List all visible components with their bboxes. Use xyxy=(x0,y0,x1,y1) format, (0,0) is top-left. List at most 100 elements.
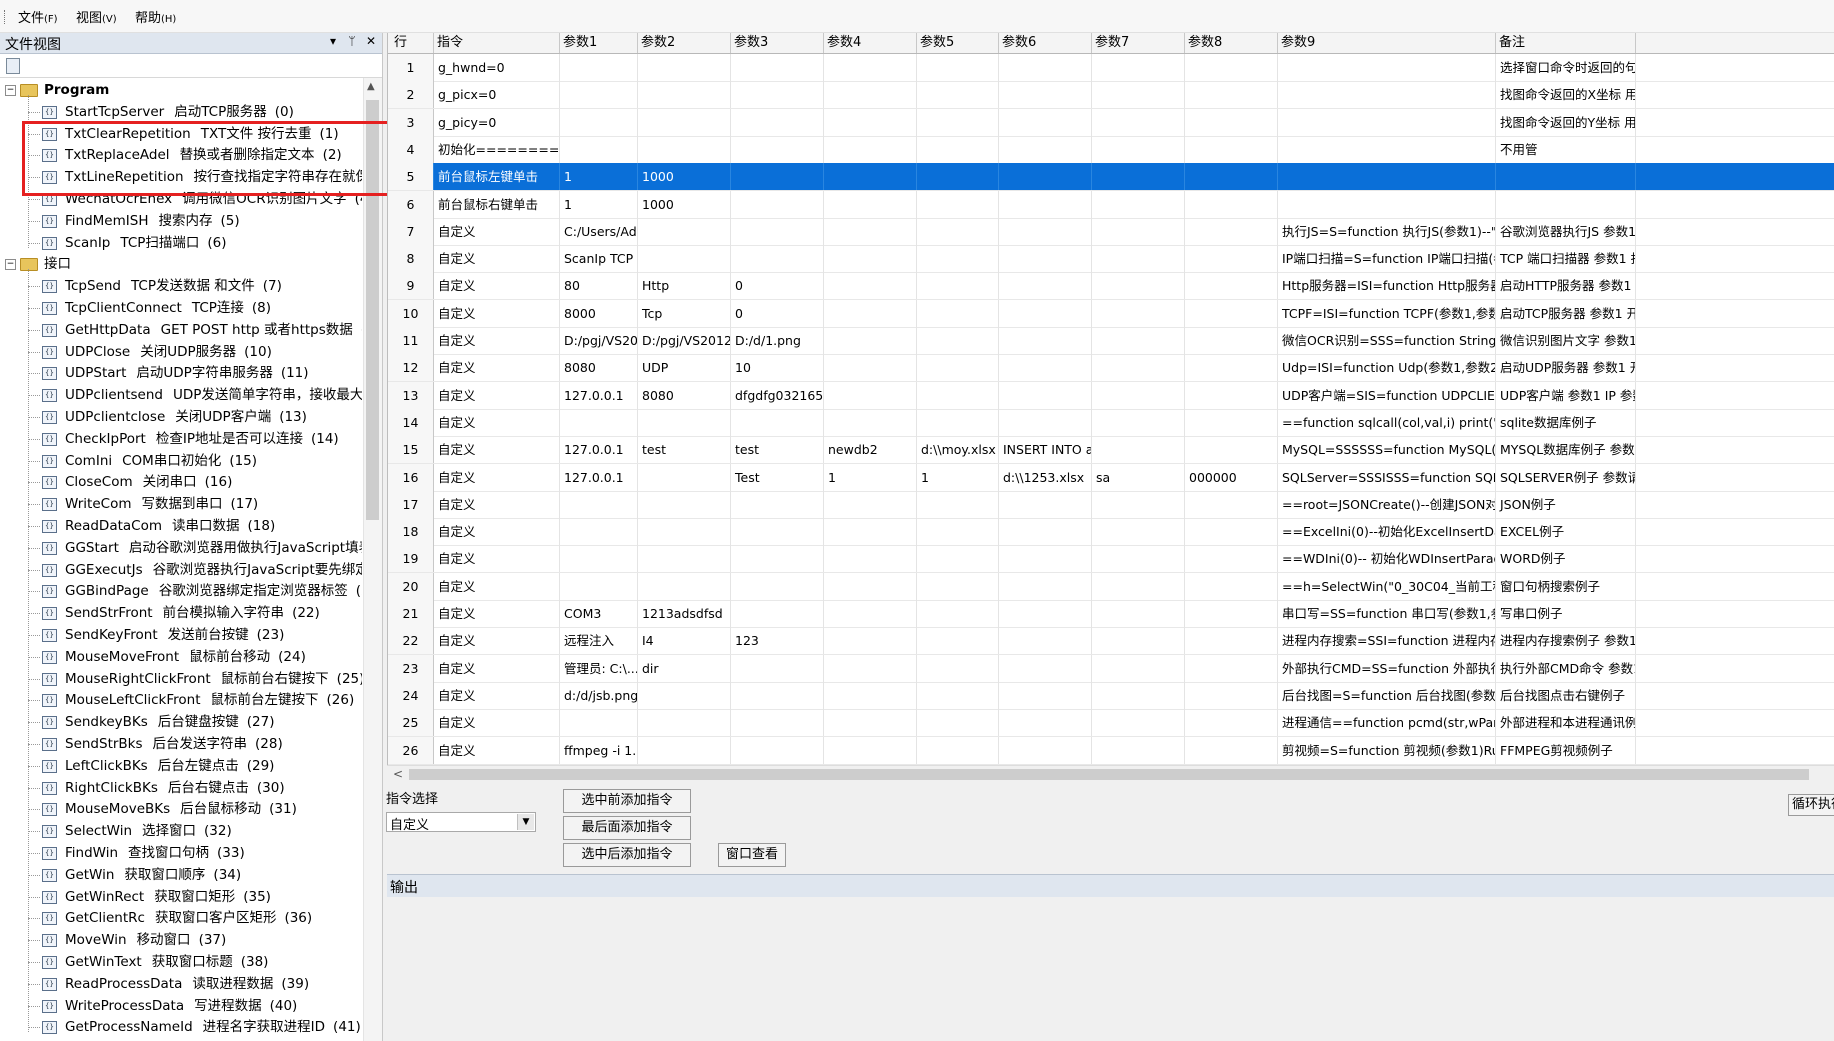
table-cell[interactable] xyxy=(638,572,731,600)
table-cell[interactable] xyxy=(1185,190,1278,218)
table-cell[interactable]: d:/d/jsb.png xyxy=(560,681,638,709)
table-cell[interactable] xyxy=(824,163,917,191)
row-number[interactable]: 22 xyxy=(388,627,434,655)
tree-item[interactable]: {} MouseRightClickFront 鼠标前台右键按下 (25) xyxy=(0,668,362,690)
table-cell[interactable]: test xyxy=(731,436,824,464)
table-cell[interactable]: 串口写=SS=function 串口写(参数1,参数... xyxy=(1278,600,1496,627)
table-cell[interactable]: UDP xyxy=(638,354,731,382)
row-number[interactable]: 7 xyxy=(388,217,434,245)
table-cell[interactable] xyxy=(999,572,1092,600)
row-number[interactable]: 6 xyxy=(388,190,434,218)
row-number[interactable]: 8 xyxy=(388,245,434,273)
row-number[interactable]: 16 xyxy=(388,463,434,491)
table-cell[interactable]: SQLSERVER例子 参数请看 xyxy=(1496,463,1636,491)
column-header[interactable]: 参数6 xyxy=(999,33,1092,53)
table-cell[interactable] xyxy=(1185,135,1278,163)
scroll-up-icon[interactable]: ▲ xyxy=(367,81,375,92)
table-cell[interactable] xyxy=(731,135,824,163)
tree-item[interactable]: {} UDPclientclose 关闭UDP客户端 (13) xyxy=(0,406,362,428)
table-cell[interactable] xyxy=(731,736,824,764)
table-cell[interactable]: 外部进程和本进程通讯例子 xyxy=(1496,709,1636,737)
table-cell[interactable] xyxy=(999,654,1092,682)
table-cell[interactable] xyxy=(1092,54,1185,81)
table-cell[interactable] xyxy=(999,245,1092,273)
table-cell[interactable] xyxy=(824,490,917,518)
table-cell[interactable] xyxy=(638,135,731,163)
table-cell[interactable] xyxy=(1185,654,1278,682)
table-cell[interactable] xyxy=(1185,736,1278,764)
table-cell[interactable] xyxy=(917,545,999,573)
table-cell[interactable]: 自定义 xyxy=(434,217,560,245)
table-cell[interactable] xyxy=(824,709,917,737)
tree-item[interactable]: {} GetWin 获取窗口顺序 (34) xyxy=(0,864,362,886)
table-row[interactable]: 21 自定义 COM3 1213adsdfsd 串口写=SS=function 串口写(… xyxy=(388,600,1834,628)
tree-item[interactable]: {} ReadProcessData 读取进程数据 (39) xyxy=(0,973,362,995)
table-cell[interactable] xyxy=(824,600,917,627)
table-cell[interactable] xyxy=(638,81,731,109)
tree-item[interactable]: {} MoveWin 移动窗口 (37) xyxy=(0,929,362,951)
tree-item[interactable]: {} SendStrBks 后台发送字符串 (28) xyxy=(0,733,362,755)
row-number[interactable]: 18 xyxy=(388,518,434,546)
table-cell[interactable]: D:/pgj/VS20... xyxy=(560,327,638,354)
table-cell[interactable]: 自定义 xyxy=(434,627,560,655)
table-cell[interactable] xyxy=(1092,217,1185,245)
table-row[interactable]: 4初始化=========... 不用管 xyxy=(388,135,1834,164)
table-cell[interactable] xyxy=(999,135,1092,163)
table-cell[interactable] xyxy=(824,736,917,764)
table-row[interactable]: 1 g_hwnd=0 选择窗口命令时返回的句柄 xyxy=(388,54,1834,82)
table-cell[interactable] xyxy=(999,709,1092,737)
table-cell[interactable] xyxy=(560,108,638,136)
table-cell[interactable]: 不用管 xyxy=(1496,135,1636,163)
table-cell[interactable] xyxy=(638,463,731,491)
table-cell[interactable]: 自定义 xyxy=(434,381,560,409)
table-cell[interactable]: 自定义 xyxy=(434,272,560,300)
table-cell[interactable]: 127.0.0.1 xyxy=(560,463,638,491)
tree-item[interactable]: {} ScanIp TCP扫描端口 (6) xyxy=(0,232,362,254)
row-number[interactable]: 20 xyxy=(388,572,434,600)
table-cell[interactable] xyxy=(1092,108,1185,136)
table-cell[interactable]: Http xyxy=(638,272,731,300)
table-cell[interactable] xyxy=(917,245,999,273)
table-cell[interactable]: 远程注入 xyxy=(560,627,638,655)
table-cell[interactable]: D:/d/1.png xyxy=(731,327,824,354)
table-cell[interactable]: I4 xyxy=(638,627,731,655)
table-cell[interactable] xyxy=(560,54,638,81)
table-cell[interactable] xyxy=(1092,327,1185,354)
table-cell[interactable] xyxy=(1092,545,1185,573)
table-cell[interactable]: d:\\1253.xlsx xyxy=(999,463,1092,491)
table-cell[interactable]: 自定义 xyxy=(434,572,560,600)
row-number[interactable]: 2 xyxy=(388,81,434,109)
table-cell[interactable]: sqlite数据库例子 xyxy=(1496,408,1636,436)
table-cell[interactable]: 1000 xyxy=(638,190,731,218)
table-cell[interactable] xyxy=(999,272,1092,300)
table-cell[interactable]: ScanIp TCP ... xyxy=(560,245,638,273)
table-cell[interactable]: JSON例子 xyxy=(1496,490,1636,518)
table-cell[interactable]: FFMPEG剪视频例子 xyxy=(1496,736,1636,764)
tree-item[interactable]: {} StartTcpServer 启动TCP服务器 (0) xyxy=(0,101,362,123)
table-cell[interactable] xyxy=(1185,354,1278,382)
table-cell[interactable] xyxy=(917,654,999,682)
table-cell[interactable]: 80 xyxy=(560,272,638,300)
table-cell[interactable]: UDP客户端=SIS=function UDPCLIENT(dat... xyxy=(1278,381,1496,409)
table-cell[interactable]: 进程内存搜索=SSI=function 进程内存搜... xyxy=(1278,627,1496,655)
table-cell[interactable]: 剪视频=S=function 剪视频(参数1)RunPr... xyxy=(1278,736,1496,764)
table-cell[interactable]: 0 xyxy=(731,272,824,300)
tree-item[interactable]: {} ReadDataCom 读串口数据 (18) xyxy=(0,515,362,537)
table-row[interactable]: 2 g_picx=0 找图命令返回的X坐标 用不 xyxy=(388,81,1834,110)
table-cell[interactable] xyxy=(1185,54,1278,81)
table-cell[interactable]: EXCEL例子 xyxy=(1496,518,1636,546)
table-cell[interactable]: 8000 xyxy=(560,299,638,327)
table-cell[interactable]: Udp=ISI=function Udp(参数1,参数2,参数... xyxy=(1278,354,1496,382)
table-cell[interactable]: 外部执行CMD=SS=function 外部执行CM... xyxy=(1278,654,1496,682)
table-cell[interactable] xyxy=(1092,163,1185,191)
row-number[interactable]: 26 xyxy=(388,736,434,764)
table-cell[interactable] xyxy=(824,108,917,136)
tree-item[interactable]: {} GGBindPage 谷歌浏览器绑定指定浏览器标签 (2 xyxy=(0,580,362,602)
table-cell[interactable] xyxy=(1496,190,1636,218)
table-cell[interactable]: 123 xyxy=(731,627,824,655)
table-cell[interactable] xyxy=(917,600,999,627)
table-cell[interactable] xyxy=(824,245,917,273)
table-cell[interactable]: 窗口句柄搜索例子 xyxy=(1496,572,1636,600)
table-cell[interactable]: MySQL=SSSSSS=function MySQL(参数1,... xyxy=(1278,436,1496,464)
table-row[interactable]: 15 自定义 127.0.0.1 test test newdb2 d:\\moy.xlsx… xyxy=(388,436,1834,465)
